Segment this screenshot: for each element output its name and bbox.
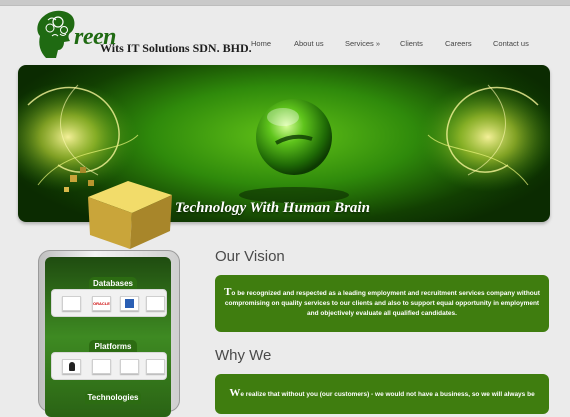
why-dropcap: W bbox=[229, 387, 241, 399]
nav-item-contact-us[interactable]: Contact us bbox=[493, 39, 529, 48]
section-label-technologies: Technologies bbox=[85, 391, 141, 404]
linux-logo-icon bbox=[62, 359, 81, 374]
nav-item-services[interactable]: Services » bbox=[345, 39, 380, 48]
database-logo-icon bbox=[62, 296, 81, 311]
phone-screen: Databases ORACLE Platforms Technologies bbox=[45, 257, 171, 417]
vision-text: o be recognized and respected as a leadi… bbox=[224, 290, 540, 317]
company-name: Wits IT Solutions SDN. BHD. bbox=[100, 41, 252, 55]
nav-item-clients[interactable]: Clients bbox=[400, 39, 423, 48]
windows-logo-icon bbox=[120, 359, 139, 374]
nav-item-careers[interactable]: Careers bbox=[445, 39, 472, 48]
why-text: e realize that without you (our customer… bbox=[240, 391, 535, 398]
vision-heading: Our Vision bbox=[215, 248, 285, 265]
top-strip bbox=[0, 0, 570, 6]
banner-tagline: Technology With Human Brain bbox=[175, 200, 370, 216]
vision-box: To be recognized and respected as a lead… bbox=[215, 275, 549, 332]
head-silhouette-icon bbox=[37, 10, 75, 58]
technology-showcase-phone: Databases ORACLE Platforms Technologies bbox=[38, 250, 180, 417]
databases-logos: ORACLE bbox=[51, 289, 167, 317]
platforms-logos bbox=[51, 352, 167, 380]
nav-item-about-us[interactable]: About us bbox=[294, 39, 324, 48]
database-logo-icon bbox=[146, 296, 165, 311]
nav-item-home[interactable]: Home bbox=[251, 39, 271, 48]
gold-cube-graphic bbox=[88, 181, 172, 249]
oracle-logo-icon: ORACLE bbox=[92, 296, 111, 311]
logo[interactable]: reen Wits IT Solutions SDN. BHD. bbox=[30, 8, 252, 63]
database-logo-icon bbox=[120, 296, 139, 311]
why-heading: Why We bbox=[215, 347, 272, 364]
why-box: We realize that without you (our custome… bbox=[215, 374, 549, 414]
platform-logo-icon bbox=[146, 359, 165, 374]
platform-logo-icon bbox=[92, 359, 111, 374]
